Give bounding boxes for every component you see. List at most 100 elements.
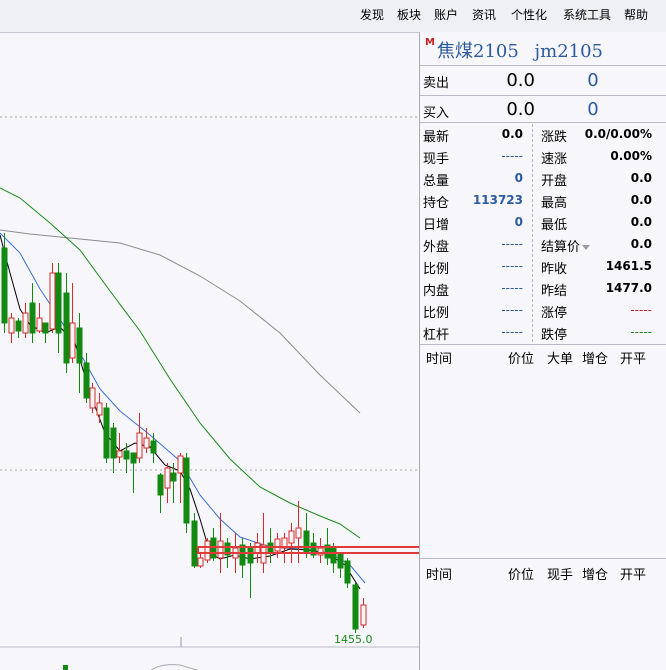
col-oi-change: 增仓 xyxy=(582,568,609,583)
sell-price: 0.0 xyxy=(506,70,535,91)
col-big-order: 大单 xyxy=(547,352,574,367)
col-oi-change: 增仓 xyxy=(582,352,609,367)
stat-label: 外盘 xyxy=(423,240,450,255)
stat-value: ----- xyxy=(501,149,523,163)
stat-label: 速涨 xyxy=(541,152,568,167)
col-open-close: 开平 xyxy=(620,352,647,367)
stat-label: 日增 xyxy=(423,218,450,233)
divider xyxy=(420,95,666,96)
last-price-label: 1455.0 xyxy=(334,633,373,646)
candle-down xyxy=(352,584,359,630)
menu-bar: 发现 板块 账户 资讯 个性化 系统工具 帮助 xyxy=(0,0,666,30)
candle-down xyxy=(29,302,36,334)
stat-value: 0.0 xyxy=(630,193,652,207)
stat-value: ----- xyxy=(501,259,523,273)
stat-value: ----- xyxy=(501,325,523,339)
col-open-close: 开平 xyxy=(620,568,647,583)
stat-value: 0.0 xyxy=(630,171,652,185)
instrument-title: 焦煤2105 jm2105 xyxy=(437,37,603,63)
candle-up xyxy=(164,467,171,489)
candle-down xyxy=(150,440,157,454)
stat-label: 现手 xyxy=(423,152,450,167)
candle-up xyxy=(274,538,281,552)
stat-label: 最低 xyxy=(541,218,568,233)
menu-system-tools[interactable]: 系统工具 xyxy=(563,6,611,23)
candle-down xyxy=(103,407,110,459)
stat-value: 0.0 xyxy=(630,237,652,251)
sell-volume: 0 xyxy=(587,70,599,91)
menu-account[interactable]: 账户 xyxy=(434,6,458,23)
instrument-badge: M xyxy=(425,37,435,48)
stat-label: 昨结 xyxy=(541,284,568,299)
kline-chart[interactable]: 1455.0 xyxy=(0,32,419,670)
stats-separator xyxy=(532,124,533,342)
stat-value: 113723 xyxy=(472,193,523,207)
candle-down xyxy=(170,472,177,482)
candle-down xyxy=(303,530,310,554)
candle-down xyxy=(123,450,130,460)
buy-volume: 0 xyxy=(587,99,599,120)
menu-sectors[interactable]: 板块 xyxy=(397,6,421,23)
candle-down xyxy=(55,272,62,334)
quote-panel: M 焦煤2105 jm2105 卖出 0.0 0 买入 0.0 0 最新 0.0… xyxy=(419,32,666,670)
candle-down xyxy=(247,547,254,564)
candle-up xyxy=(36,317,43,332)
stat-label: 比例 xyxy=(423,262,450,277)
instrument-name: 焦煤2105 xyxy=(437,41,519,62)
candle-down xyxy=(15,320,22,332)
candle-up xyxy=(116,450,123,458)
stat-label: 开盘 xyxy=(541,174,568,189)
candle-up xyxy=(217,540,224,559)
divider xyxy=(420,122,666,123)
candle-up xyxy=(288,530,295,544)
stat-label: 涨跌 xyxy=(541,130,568,145)
stat-label: 持仓 xyxy=(423,196,450,211)
candle-up xyxy=(204,540,211,561)
menu-help[interactable]: 帮助 xyxy=(624,6,648,23)
candle-up xyxy=(96,402,103,416)
kline-svg xyxy=(0,116,419,670)
buy-label: 买入 xyxy=(423,106,450,121)
candle-up xyxy=(22,312,29,334)
stat-value: 0.00% xyxy=(610,149,652,163)
candle-down xyxy=(83,362,90,399)
stat-label: 涨停 xyxy=(541,306,568,321)
menu-personalize[interactable]: 个性化 xyxy=(511,6,547,23)
stat-value: 0.0 xyxy=(501,127,523,141)
stat-value: 0 xyxy=(514,215,523,229)
menu-discover[interactable]: 发现 xyxy=(360,6,384,23)
candle-up xyxy=(69,322,76,359)
candles-group xyxy=(1,233,367,633)
divider xyxy=(420,558,666,559)
candle-down xyxy=(330,547,337,564)
sell-label: 卖出 xyxy=(423,76,450,91)
stat-label: 跌停 xyxy=(541,328,568,343)
candle-up xyxy=(8,317,15,334)
col-price: 价位 xyxy=(508,568,535,583)
stat-value: 1461.5 xyxy=(605,259,652,273)
col-time: 时间 xyxy=(426,568,453,583)
candle-down xyxy=(130,452,137,464)
volume-bar xyxy=(63,665,68,670)
stat-value: ----- xyxy=(630,303,652,317)
stat-value: 0 xyxy=(514,171,523,185)
stat-label: 总量 xyxy=(423,174,450,189)
candle-down xyxy=(183,457,190,524)
menu-news[interactable]: 资讯 xyxy=(472,6,496,23)
candle-up xyxy=(89,387,96,409)
candle-up xyxy=(360,604,367,626)
candle-up xyxy=(49,272,56,330)
stat-label: 最新 xyxy=(423,130,450,145)
candle-down xyxy=(76,327,83,364)
divider xyxy=(420,344,666,345)
candle-down xyxy=(344,560,351,584)
candle-up xyxy=(143,437,150,449)
stat-value: ----- xyxy=(501,237,523,251)
volume-outline xyxy=(150,664,199,670)
candle-down xyxy=(1,247,8,324)
stat-value: ----- xyxy=(501,281,523,295)
candle-down xyxy=(157,474,164,496)
stat-label: 结算价 xyxy=(541,240,581,255)
stat-label: 昨收 xyxy=(541,262,568,277)
candle-up xyxy=(295,527,302,539)
